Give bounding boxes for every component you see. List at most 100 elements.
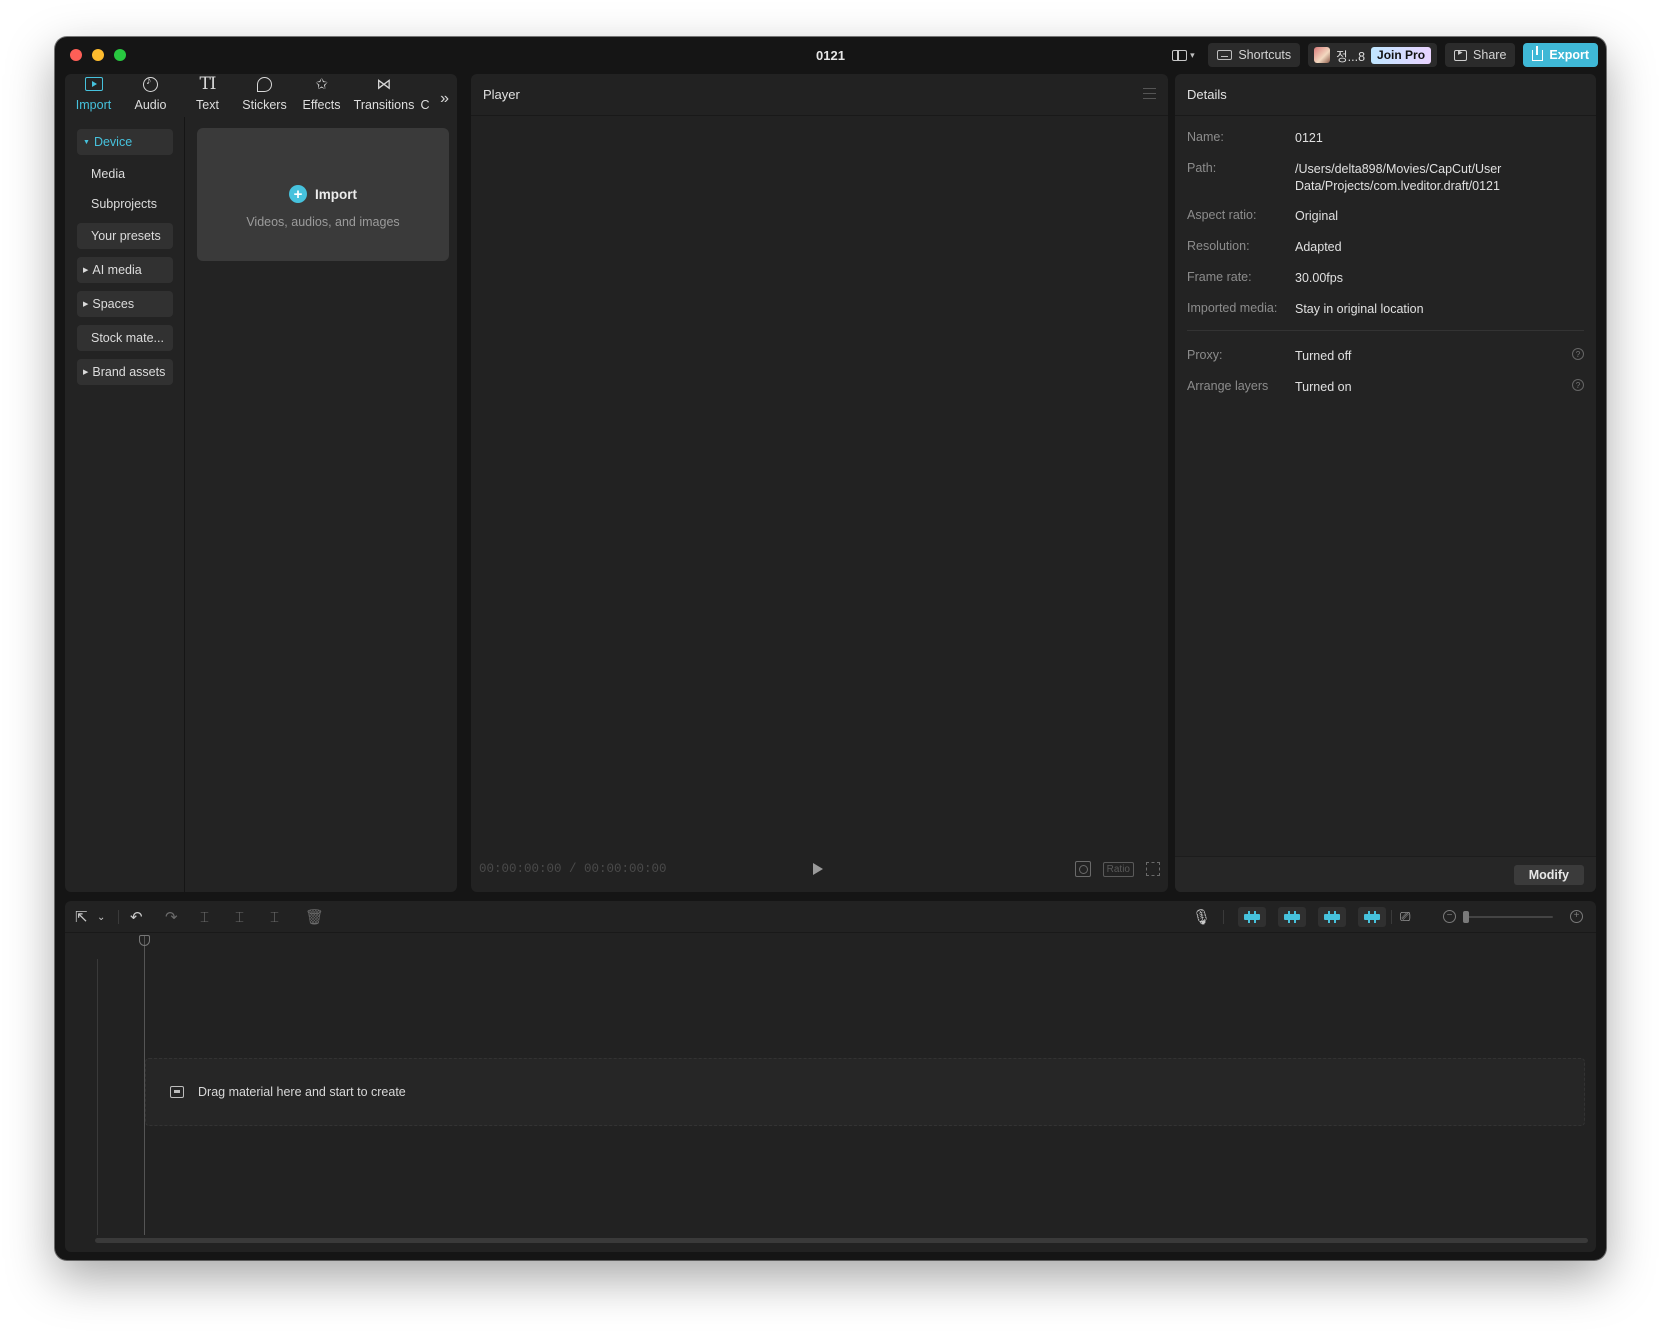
menu-icon[interactable] [1143, 88, 1156, 99]
detail-row-aspect-ratio: Aspect ratio: Original [1187, 208, 1584, 225]
sidebar-item-label: AI media [92, 263, 142, 277]
tab-transitions[interactable]: ⋈ Transitions [350, 74, 418, 117]
player-view-controls: Ratio [1074, 861, 1160, 877]
avatar [1314, 47, 1331, 63]
detail-row-proxy: Proxy: Turned off ? [1187, 348, 1584, 365]
details-divider [1187, 330, 1584, 331]
modify-button[interactable]: Modify [1513, 865, 1584, 885]
shortcuts-button[interactable]: Shortcuts [1208, 43, 1301, 67]
split-right-icon[interactable]: ⌶ [270, 908, 279, 926]
preview-axis-button[interactable] [1358, 907, 1386, 927]
share-button[interactable]: Share [1445, 43, 1516, 67]
effects-icon: ✩ [315, 75, 328, 93]
audio-icon [143, 76, 158, 92]
import-icon [84, 77, 103, 91]
preview-icon[interactable]: ⎚ [1400, 908, 1410, 926]
link-icon [1324, 911, 1340, 923]
details-header: Details [1175, 74, 1596, 116]
player-header: Player [471, 74, 1168, 116]
delete-icon[interactable]: 🗑 [305, 908, 324, 926]
plus-icon: + [289, 185, 307, 203]
import-hint: Videos, audios, and images [246, 215, 400, 229]
sidebar-item-brand-assets[interactable]: ▶ Brand assets [77, 359, 173, 385]
import-dropzone[interactable]: + Import Videos, audios, and images [197, 128, 449, 261]
drop-hint: Drag material here and start to create [170, 1085, 406, 1099]
tab-audio[interactable]: Audio [122, 74, 179, 117]
drop-hint-text: Drag material here and start to create [198, 1085, 406, 1099]
help-icon[interactable]: ? [1572, 348, 1584, 360]
sidebar-item-ai-media[interactable]: ▶ AI media [77, 257, 173, 283]
auto-snap-button[interactable] [1278, 907, 1306, 927]
detail-value: Stay in original location [1295, 302, 1424, 316]
zoom-in-icon[interactable]: + [1570, 910, 1583, 923]
detail-value: Turned off [1295, 349, 1352, 363]
sidebar-item-label: Subprojects [91, 197, 158, 211]
user-account-button[interactable]: 정...8 Join Pro [1308, 43, 1438, 67]
layout-button[interactable]: ▾ [1166, 43, 1200, 67]
sidebar-item-media[interactable]: Media [77, 161, 173, 187]
detail-label: Path: [1187, 161, 1217, 175]
keyboard-icon [1217, 50, 1233, 60]
tab-label: Import [75, 98, 112, 112]
playhead-handle[interactable] [139, 935, 150, 946]
play-icon[interactable] [813, 863, 823, 875]
focus-icon[interactable] [1074, 861, 1091, 877]
zoom-out-icon[interactable]: − [1443, 910, 1456, 923]
user-name: 정...8 [1336, 49, 1366, 64]
zoom-slider[interactable] [1463, 911, 1553, 923]
details-title: Details [1187, 87, 1227, 102]
detail-value: 30.00fps [1295, 271, 1343, 285]
zoom-slider-handle[interactable] [1463, 911, 1469, 923]
export-button[interactable]: Export [1523, 43, 1598, 67]
help-icon[interactable]: ? [1572, 379, 1584, 391]
tab-label: Stickers [242, 98, 287, 112]
sidebar-item-stock[interactable]: Stock mate... [77, 325, 173, 351]
fullscreen-icon[interactable] [1146, 862, 1160, 876]
redo-icon[interactable]: ↷ [165, 908, 178, 926]
tab-stickers[interactable]: Stickers [236, 74, 293, 117]
sidebar-item-label: Brand assets [92, 365, 166, 379]
media-tabs: Import Audio TI Text Stickers ✩ Effects … [65, 74, 457, 117]
sidebar-item-spaces[interactable]: ▶ Spaces [77, 291, 173, 317]
split-left-icon[interactable]: ⌶ [235, 908, 244, 926]
player-panel: Player 00:00:00:00 / 00:00:00:00 Ratio [471, 74, 1168, 892]
detail-label: Arrange layers [1187, 379, 1269, 393]
select-tool-icon[interactable]: ⇱ [75, 908, 88, 926]
main-track-magnet-button[interactable] [1238, 907, 1266, 927]
magnet-icon [1244, 911, 1260, 923]
axis-icon [1364, 911, 1380, 923]
sidebar-item-device[interactable]: ▼ Device [77, 129, 173, 155]
share-label: Share [1473, 48, 1507, 62]
caret-down-icon: ▼ [83, 138, 90, 146]
timeline-scrollbar[interactable] [95, 1238, 1588, 1243]
tab-import[interactable]: Import [65, 74, 122, 117]
join-pro-button[interactable]: Join Pro [1371, 46, 1432, 64]
ratio-button[interactable]: Ratio [1102, 861, 1134, 877]
timeline-drop-zone[interactable]: Drag material here and start to create [145, 1058, 1585, 1126]
import-button[interactable]: + Import [197, 185, 449, 203]
more-tabs-icon[interactable]: » [440, 90, 449, 108]
tab-effects[interactable]: ✩ Effects [293, 74, 350, 117]
split-icon[interactable]: ⌶ [200, 908, 209, 926]
export-label: Export [1549, 48, 1589, 62]
sidebar-item-your-presets[interactable]: Your presets [77, 223, 173, 249]
detail-label: Imported media: [1187, 301, 1278, 315]
sidebar-item-label: Device [93, 135, 133, 149]
detail-value: Original [1295, 209, 1339, 223]
detail-label: Frame rate: [1187, 270, 1252, 284]
chevron-down-icon[interactable]: ⌄ [97, 908, 105, 926]
timeline-toolbar: ⇱ ⌄ ↶ ↷ ⌶ ⌶ ⌶ 🗑 🎙 ⎚ − + [65, 901, 1596, 933]
detail-label: Resolution: [1187, 239, 1250, 253]
detail-label: Name: [1187, 130, 1224, 144]
sidebar-item-label: Spaces [92, 297, 135, 311]
tab-captions[interactable]: C [418, 74, 432, 117]
detail-row-name: Name: 0121 [1187, 130, 1584, 147]
undo-icon[interactable]: ↶ [130, 908, 143, 926]
microphone-icon[interactable]: 🎙 [1192, 908, 1211, 926]
sidebar-item-subprojects[interactable]: Subprojects [77, 191, 173, 217]
app-window: 0121 ▾ Shortcuts 정...8 Join Pro Share [55, 37, 1606, 1260]
details-footer: Modify [1175, 856, 1596, 892]
tab-text[interactable]: TI Text [179, 74, 236, 117]
linkage-button[interactable] [1318, 907, 1346, 927]
toolbar-divider [1391, 910, 1392, 924]
